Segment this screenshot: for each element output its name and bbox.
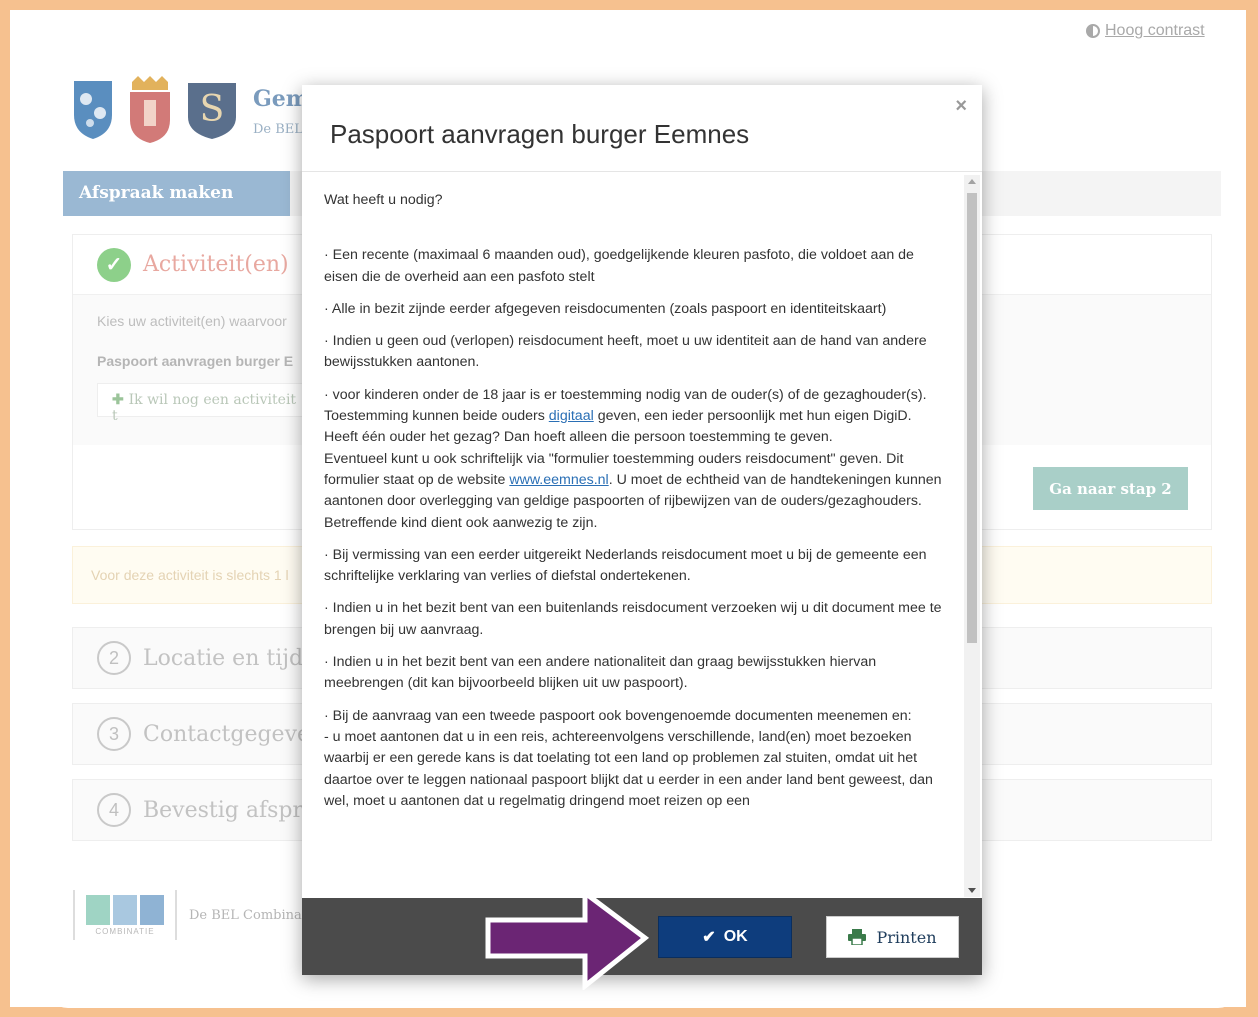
second-passport-b: - u moet aantonen dat u in een reis, ach… — [324, 728, 933, 809]
modal-body: Wat heeft u nodig? · Een recente (maxima… — [302, 173, 982, 897]
shield-flowers-icon — [74, 81, 112, 139]
requirement-foreign-doc: · Indien u in het bezit bent van een bui… — [324, 600, 942, 638]
print-label: Printen — [876, 927, 937, 947]
scroll-thumb[interactable] — [967, 193, 977, 643]
second-passport-a: · Bij de aanvraag van een tweede paspoor… — [324, 707, 912, 724]
print-button[interactable]: Printen — [826, 916, 959, 958]
modal-intro: Wat heeft u nodig? — [324, 192, 443, 208]
children-text-e: Betreffende kind dient ook aanwezig te z… — [324, 514, 598, 531]
close-icon[interactable]: × — [955, 95, 967, 118]
add-activity-button[interactable]: ✚ Ik wil nog een activiteit t — [97, 383, 317, 424]
step4-number: 4 — [97, 793, 131, 827]
eemnes-website-link[interactable]: www.eemnes.nl — [509, 472, 608, 488]
ok-label: OK — [723, 928, 748, 945]
bel-logo-sub: COMBINATIE — [95, 926, 155, 936]
digitaal-link[interactable]: digitaal — [549, 408, 594, 424]
step2-number: 2 — [97, 641, 131, 675]
step2-title: Locatie en tijdst — [143, 645, 324, 671]
svg-text:S: S — [200, 89, 225, 130]
modal-title: Paspoort aanvragen burger Eemnes — [330, 119, 750, 149]
footer-text: De BEL Combinat — [189, 907, 307, 923]
printer-icon — [848, 929, 867, 945]
contrast-icon — [1086, 24, 1100, 38]
tab-afspraak-maken[interactable]: Afspraak maken — [63, 171, 290, 216]
step3-number: 3 — [97, 717, 131, 751]
add-activity-label: Ik wil nog een activiteit t — [112, 392, 297, 424]
ok-button[interactable]: ✔ OK — [658, 916, 792, 958]
plus-icon: ✚ — [112, 392, 129, 408]
high-contrast-link[interactable]: Hoog contrast — [1086, 22, 1205, 40]
activity-info-modal: Paspoort aanvragen burger Eemnes × Wat h… — [302, 85, 982, 975]
requirement-photo: · Een recente (maximaal 6 maanden oud), … — [324, 247, 914, 285]
crest-icon — [130, 76, 170, 143]
requirement-lost: · Bij vermissing van een eerder uitgerei… — [324, 546, 927, 585]
s-shield-icon: S — [188, 83, 236, 139]
bel-logo: COMBINATIE — [73, 890, 177, 940]
requirement-second-passport: · Bij de aanvraag van een tweede paspoor… — [324, 706, 942, 812]
modal-scrollbar[interactable] — [964, 175, 980, 897]
header-logos: S — [72, 76, 238, 144]
checkmark-icon: ✔ — [702, 929, 716, 946]
pointer-arrow-icon — [485, 890, 650, 990]
high-contrast-label: Hoog contrast — [1105, 22, 1205, 39]
check-icon: ✓ — [97, 247, 131, 282]
requirement-identity: · Indien u geen oud (verlopen) reisdocum… — [324, 333, 927, 371]
modal-header: Paspoort aanvragen burger Eemnes × — [302, 85, 982, 172]
step1-title: Activiteit(en) — [143, 252, 289, 277]
org-name: Gem — [253, 86, 310, 112]
step3-title: Contactgegever — [143, 721, 321, 747]
org-subtitle: De BEL — [253, 122, 303, 137]
next-step-button[interactable]: Ga naar stap 2 — [1033, 467, 1188, 510]
scroll-down-icon[interactable] — [968, 888, 976, 893]
scroll-up-icon[interactable] — [968, 179, 976, 184]
requirement-nationality: · Indien u in het bezit bent van een and… — [324, 654, 877, 692]
footer-logo: COMBINATIE De BEL Combinat — [73, 890, 307, 940]
requirement-children: · voor kinderen onder de 18 jaar is er t… — [324, 385, 942, 534]
requirement-documents: · Alle in bezit zijnde eerder afgegeven … — [324, 300, 887, 317]
